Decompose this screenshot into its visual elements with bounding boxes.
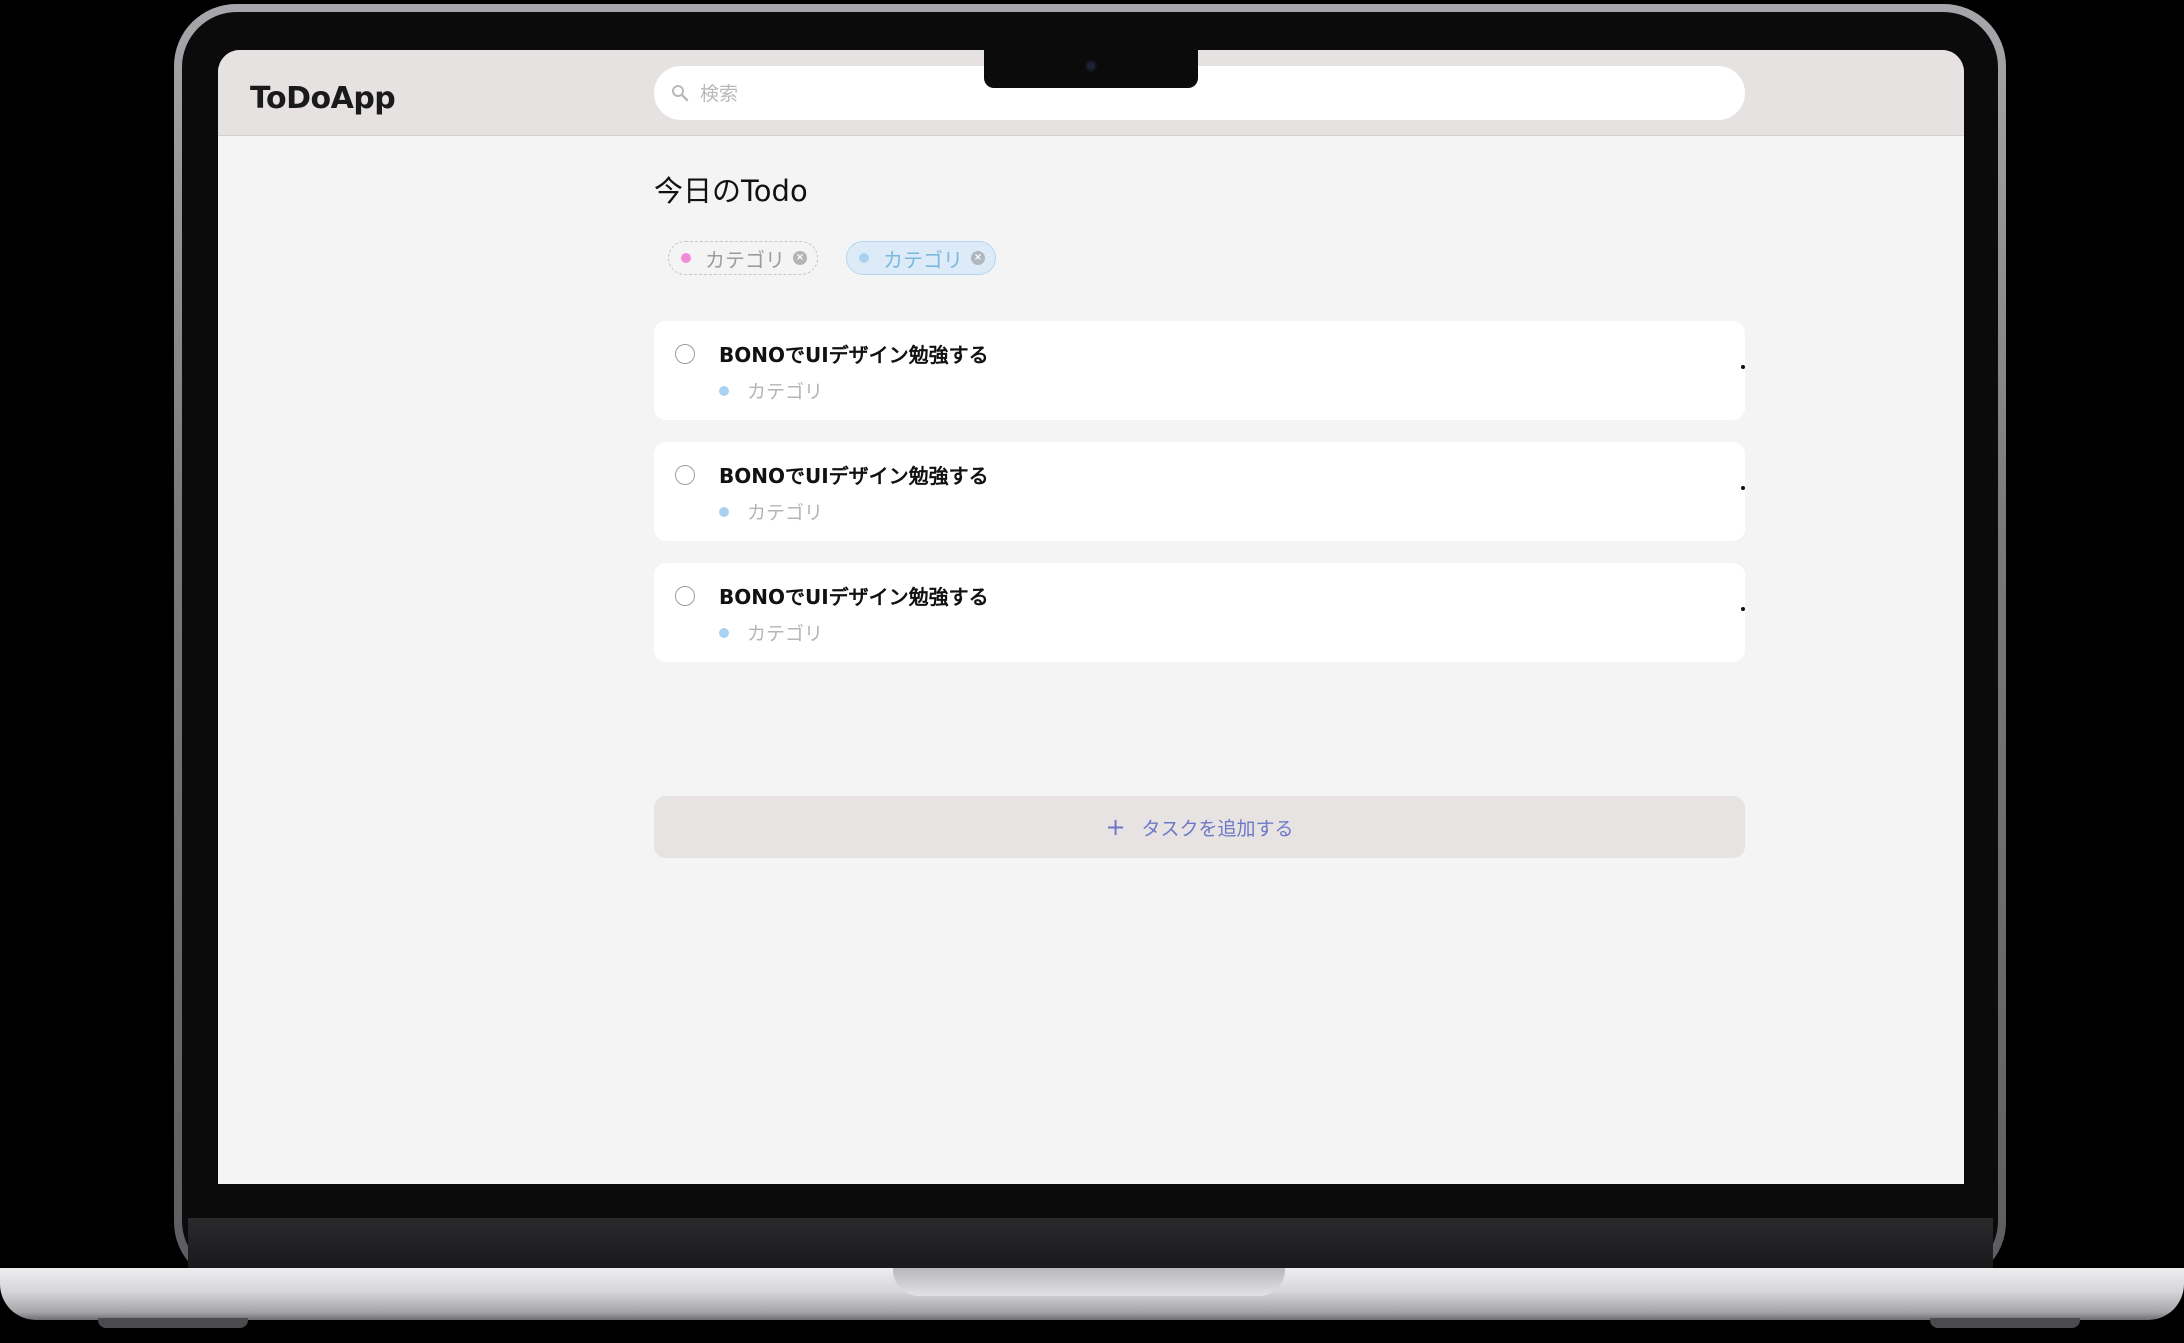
laptop-foot-right <box>1930 1318 2080 1328</box>
camera-icon <box>1085 60 1097 72</box>
add-task-label: タスクを追加する <box>1141 817 1294 840</box>
remove-filter-icon[interactable]: × <box>793 251 807 265</box>
category-dot-icon <box>719 627 729 638</box>
task-category-label: カテゴリ <box>747 502 824 524</box>
task-category: カテゴリ <box>719 619 823 646</box>
add-task-button[interactable]: + タスクを追加する <box>654 796 1745 858</box>
more-options-icon[interactable] <box>1741 365 1745 369</box>
task-list: BONOでUIデザイン勉強する カテゴリ BONOでUIデザイン勉強する カテゴ… <box>654 321 1745 684</box>
task-category-label: カテゴリ <box>747 381 824 403</box>
laptop-foot-left <box>98 1318 248 1328</box>
app-header: ToDoApp <box>218 50 1964 136</box>
search-bar[interactable] <box>654 66 1745 120</box>
category-filter-list: カテゴリ × カテゴリ × <box>668 241 996 275</box>
more-options-icon[interactable] <box>1741 607 1745 611</box>
category-filter-label: カテゴリ <box>705 247 785 272</box>
task-category: カテゴリ <box>719 498 823 525</box>
task-item[interactable]: BONOでUIデザイン勉強する カテゴリ <box>654 442 1745 541</box>
category-filter-chip-selected[interactable]: カテゴリ × <box>846 241 996 275</box>
task-title: BONOでUIデザイン勉強する <box>719 343 989 367</box>
task-item[interactable]: BONOでUIデザイン勉強する カテゴリ <box>654 563 1745 662</box>
laptop-opening-lip <box>893 1268 1285 1296</box>
task-category-label: カテゴリ <box>747 623 824 645</box>
category-dot-icon <box>719 506 729 517</box>
task-checkbox[interactable] <box>675 465 695 485</box>
task-category: カテゴリ <box>719 377 823 404</box>
task-checkbox[interactable] <box>675 344 695 364</box>
app-screen: ToDoApp 今日のTodo カテゴリ × カテゴリ × <box>218 50 1964 1184</box>
category-dot-icon <box>719 385 729 396</box>
category-filter-label: カテゴリ <box>883 247 963 272</box>
category-dot-icon <box>859 253 869 263</box>
remove-filter-icon[interactable]: × <box>971 251 985 265</box>
task-title: BONOでUIデザイン勉強する <box>719 585 989 609</box>
camera-notch <box>984 50 1198 88</box>
more-options-icon[interactable] <box>1741 486 1745 490</box>
task-item[interactable]: BONOでUIデザイン勉強する カテゴリ <box>654 321 1745 420</box>
search-input[interactable] <box>698 76 1702 112</box>
category-dot-icon <box>681 253 691 263</box>
page-title: 今日のTodo <box>654 174 808 208</box>
app-logo[interactable]: ToDoApp <box>250 81 396 116</box>
plus-icon: + <box>1105 813 1126 841</box>
category-filter-chip[interactable]: カテゴリ × <box>668 241 818 275</box>
search-icon <box>672 85 689 102</box>
task-title: BONOでUIデザイン勉強する <box>719 464 989 488</box>
laptop-chin <box>188 1218 1993 1274</box>
task-checkbox[interactable] <box>675 586 695 606</box>
